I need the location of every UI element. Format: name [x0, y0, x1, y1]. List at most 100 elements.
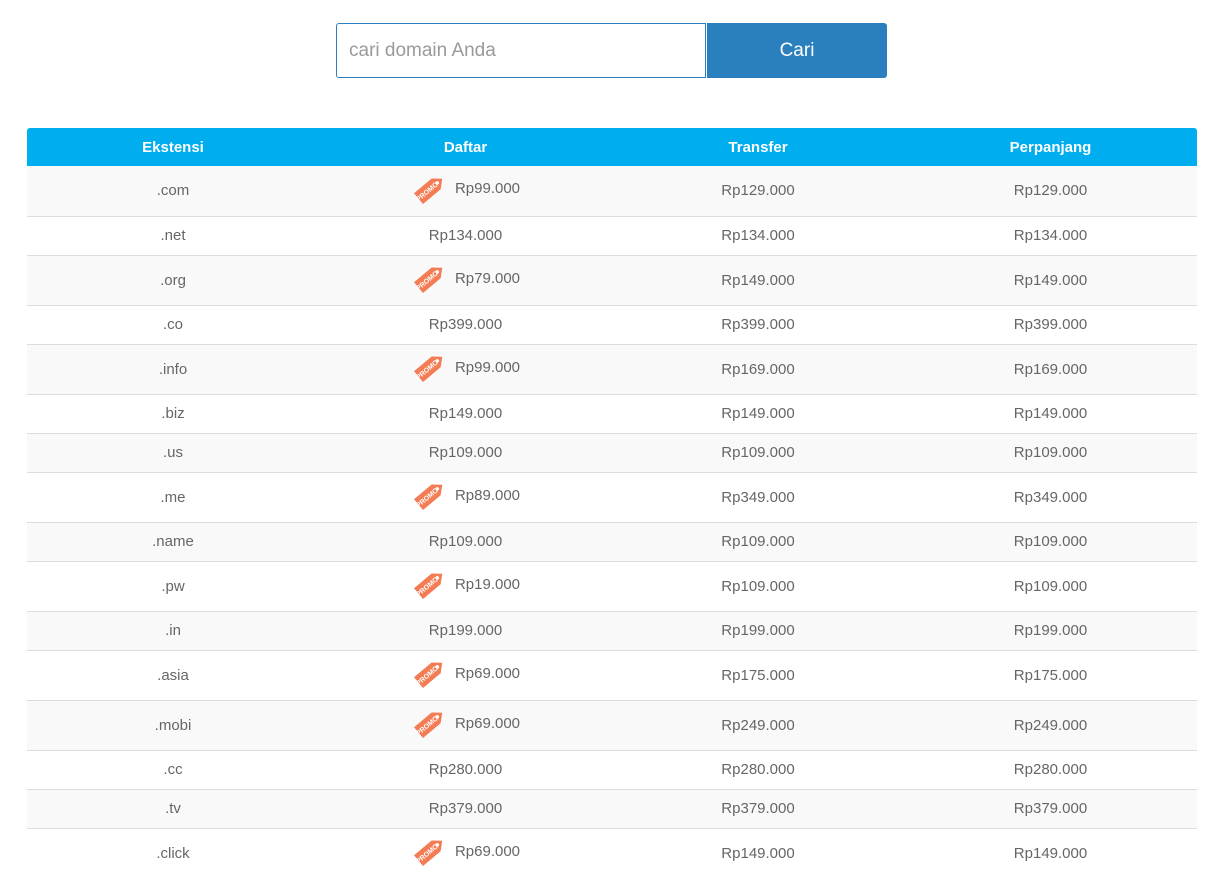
promo-tag-icon: PROMO — [411, 348, 449, 386]
cell-extension: .me — [27, 472, 319, 523]
daftar-price-wrap: PROMO Rp79.000 — [411, 259, 520, 297]
promo-tag-icon: PROMO — [411, 704, 449, 742]
cell-daftar: Rp280.000 — [319, 750, 612, 790]
domain-price-table: Ekstensi Daftar Transfer Perpanjang .com… — [27, 128, 1197, 877]
table-row: .me PROMO Rp89.000 Rp349.000 Rp349.000 — [27, 472, 1197, 523]
cell-extension: .tv — [27, 789, 319, 829]
table-header-row: Ekstensi Daftar Transfer Perpanjang — [27, 128, 1197, 166]
domain-search-input[interactable] — [336, 23, 706, 78]
cell-extension: .org — [27, 255, 319, 306]
cell-perpanjang: Rp149.000 — [904, 255, 1197, 306]
daftar-price: Rp19.000 — [454, 575, 521, 593]
cell-perpanjang: Rp249.000 — [904, 700, 1197, 751]
cell-daftar: PROMO Rp79.000 — [319, 255, 612, 306]
table-row: .tv Rp379.000 Rp379.000 Rp379.000 — [27, 789, 1197, 829]
cell-daftar: Rp109.000 — [319, 433, 612, 473]
cell-perpanjang: Rp169.000 — [904, 344, 1197, 395]
daftar-price: Rp134.000 — [428, 227, 503, 244]
daftar-price-wrap: Rp199.000 — [429, 622, 502, 639]
cell-transfer: Rp349.000 — [612, 472, 904, 523]
cell-perpanjang: Rp199.000 — [904, 611, 1197, 651]
cell-daftar: Rp399.000 — [319, 305, 612, 345]
cell-transfer: Rp149.000 — [721, 844, 795, 862]
cell-extension: .click — [156, 844, 190, 862]
table-row: .pw PROMO Rp19.000 Rp109.000 Rp109.000 — [27, 561, 1197, 612]
cell-perpanjang: Rp109.000 — [904, 561, 1197, 612]
cell-daftar: PROMO Rp69.000 — [319, 700, 612, 751]
promo-tag-icon: PROMO — [411, 565, 449, 603]
cell-perpanjang: Rp109.000 — [904, 522, 1197, 562]
cell-daftar: PROMO Rp69.000 — [319, 828, 612, 877]
cell-extension: .info — [27, 344, 319, 395]
cell-extension: .com — [27, 166, 319, 217]
daftar-price: Rp149.000 — [428, 405, 503, 422]
daftar-price-wrap: PROMO Rp99.000 — [411, 348, 520, 386]
table-row: .in Rp199.000 Rp199.000 Rp199.000 — [27, 611, 1197, 651]
cell-extension: .us — [27, 433, 319, 473]
cell-perpanjang: Rp129.000 — [904, 166, 1197, 217]
header-ekstensi: Ekstensi — [27, 128, 319, 166]
cell-perpanjang: Rp399.000 — [904, 305, 1197, 345]
daftar-price: Rp69.000 — [454, 842, 521, 860]
cell-perpanjang: Rp134.000 — [904, 216, 1197, 256]
daftar-price: Rp399.000 — [428, 316, 503, 333]
cell-transfer: Rp280.000 — [612, 750, 904, 790]
promo-tag-icon: PROMO — [411, 259, 449, 297]
cell-extension: .in — [27, 611, 319, 651]
daftar-price-wrap: Rp149.000 — [429, 405, 502, 422]
header-transfer: Transfer — [612, 128, 904, 166]
cell-transfer: Rp199.000 — [612, 611, 904, 651]
header-perpanjang: Perpanjang — [904, 128, 1197, 166]
cell-transfer: Rp134.000 — [612, 216, 904, 256]
table-row: .cc Rp280.000 Rp280.000 Rp280.000 — [27, 750, 1197, 790]
cell-transfer: Rp175.000 — [612, 650, 904, 701]
cell-transfer: Rp169.000 — [612, 344, 904, 395]
daftar-price-wrap: PROMO Rp69.000 — [411, 654, 520, 692]
cell-extension: .net — [27, 216, 319, 256]
cell-transfer: Rp379.000 — [612, 789, 904, 829]
table-row: .us Rp109.000 Rp109.000 Rp109.000 — [27, 433, 1197, 473]
daftar-price: Rp109.000 — [428, 533, 503, 550]
cell-daftar: Rp134.000 — [319, 216, 612, 256]
promo-tag-icon: PROMO — [411, 476, 449, 514]
cell-transfer: Rp129.000 — [612, 166, 904, 217]
cell-extension: .asia — [27, 650, 319, 701]
cell-perpanjang: Rp280.000 — [904, 750, 1197, 790]
daftar-price-wrap: Rp109.000 — [429, 444, 502, 461]
search-button[interactable]: Cari — [707, 23, 887, 78]
cell-transfer: Rp249.000 — [612, 700, 904, 751]
cell-perpanjang: Rp175.000 — [904, 650, 1197, 701]
cell-daftar: Rp379.000 — [319, 789, 612, 829]
table-row: .name Rp109.000 Rp109.000 Rp109.000 — [27, 522, 1197, 562]
cell-extension: .mobi — [27, 700, 319, 751]
table-row: .org PROMO Rp79.000 Rp149.000 Rp149.000 — [27, 255, 1197, 306]
cell-extension: .pw — [27, 561, 319, 612]
table-row: .info PROMO Rp99.000 Rp169.000 Rp169.000 — [27, 344, 1197, 395]
daftar-price-wrap: Rp379.000 — [429, 800, 502, 817]
cell-daftar: PROMO Rp19.000 — [319, 561, 612, 612]
cell-transfer: Rp109.000 — [612, 433, 904, 473]
cell-daftar: PROMO Rp89.000 — [319, 472, 612, 523]
daftar-price: Rp69.000 — [454, 664, 521, 682]
daftar-price-wrap: PROMO Rp69.000 — [411, 832, 520, 870]
table-row: .click PROMO Rp69.000 Rp149.000 Rp149.000 — [27, 828, 1197, 877]
promo-tag-icon: PROMO — [411, 170, 449, 208]
daftar-price-wrap: PROMO Rp69.000 — [411, 704, 520, 742]
daftar-price-wrap: Rp109.000 — [429, 533, 502, 550]
cell-daftar: Rp109.000 — [319, 522, 612, 562]
daftar-price-wrap: Rp399.000 — [429, 316, 502, 333]
daftar-price-wrap: PROMO Rp89.000 — [411, 476, 520, 514]
cell-transfer: Rp149.000 — [612, 255, 904, 306]
promo-tag-icon: PROMO — [411, 832, 449, 870]
daftar-price-wrap: Rp134.000 — [429, 227, 502, 244]
cell-perpanjang: Rp149.000 — [904, 394, 1197, 434]
daftar-price: Rp69.000 — [454, 714, 521, 732]
cell-transfer: Rp149.000 — [612, 394, 904, 434]
cell-transfer: Rp109.000 — [612, 522, 904, 562]
daftar-price: Rp280.000 — [428, 761, 503, 778]
cell-perpanjang: Rp349.000 — [904, 472, 1197, 523]
daftar-price: Rp99.000 — [454, 180, 521, 198]
cell-transfer: Rp399.000 — [612, 305, 904, 345]
cell-daftar: Rp199.000 — [319, 611, 612, 651]
daftar-price: Rp199.000 — [428, 622, 503, 639]
